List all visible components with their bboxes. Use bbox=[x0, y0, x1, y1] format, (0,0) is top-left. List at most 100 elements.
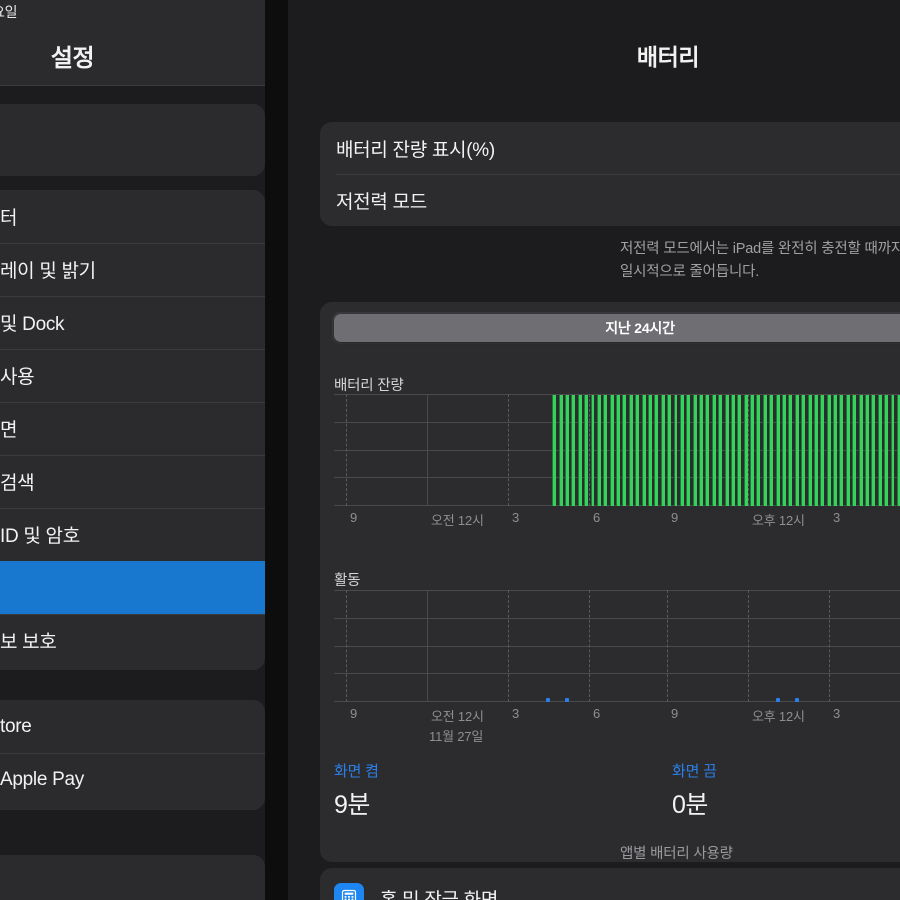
sidebar-title: 설정 bbox=[50, 45, 95, 72]
chart-bar bbox=[852, 395, 857, 506]
chart-bar bbox=[565, 698, 569, 702]
axis-tick-label: 9 bbox=[350, 706, 358, 721]
sidebar-item-accessibility[interactable]: 사용 bbox=[0, 349, 265, 402]
chart-bar bbox=[718, 395, 723, 506]
battery-level-chart-title: 배터리 잔량 bbox=[334, 378, 404, 394]
gridline-horizontal bbox=[334, 590, 900, 591]
battery-level-x-axis: 9오전 12시369오후 12시36 bbox=[334, 510, 900, 528]
sidebar-item-home-dock[interactable]: 및 Dock bbox=[0, 296, 265, 349]
activity-chart bbox=[334, 590, 900, 702]
chart-bar bbox=[877, 395, 882, 506]
battery-usage-by-app-header: 앱별 배터리 사용량 bbox=[620, 846, 733, 862]
chart-bar bbox=[871, 395, 876, 506]
chart-bar bbox=[775, 395, 780, 506]
chart-bar bbox=[737, 395, 742, 506]
chart-bar bbox=[865, 395, 869, 506]
chart-bar bbox=[616, 395, 621, 506]
sidebar-item-control-center[interactable]: 터 bbox=[0, 190, 265, 243]
sidebar-item-account[interactable] bbox=[0, 104, 265, 157]
chart-bar bbox=[788, 395, 793, 506]
chart-bar bbox=[571, 395, 576, 506]
sidebar-item-app-store[interactable]: tore bbox=[0, 700, 265, 753]
chart-bar bbox=[730, 395, 735, 506]
gridline-horizontal bbox=[334, 618, 900, 619]
sidebar-item-apps[interactable] bbox=[0, 855, 265, 900]
gridline-vertical bbox=[346, 590, 347, 702]
chart-bar bbox=[622, 395, 627, 506]
sidebar-group-account bbox=[0, 104, 265, 176]
axis-tick-label: 6 bbox=[593, 510, 601, 525]
axis-tick-label: 3 bbox=[833, 510, 841, 525]
sidebar-item-battery[interactable] bbox=[0, 561, 265, 614]
sidebar-item-touch-id-passcode[interactable]: ID 및 암호 bbox=[0, 508, 265, 561]
row-battery-percentage[interactable]: 배터리 잔량 표시(%) bbox=[320, 122, 900, 174]
chart-bar bbox=[711, 395, 716, 506]
sidebar-item-display-brightness[interactable]: 레이 및 밝기 bbox=[0, 243, 265, 296]
chart-bar bbox=[762, 395, 767, 506]
settings-sidebar: 요일 설정 터 레이 및 밝기 및 Dock 사용 면 검색 ID 및 암호 보… bbox=[0, 0, 265, 900]
list-item[interactable]: 홈 및 잠금 화면 bbox=[320, 868, 900, 900]
sidebar-item-wallpaper[interactable]: 면 bbox=[0, 402, 265, 455]
gridline-vertical bbox=[346, 394, 347, 506]
time-range-segmented-control[interactable]: 지난 24시간 bbox=[332, 312, 900, 344]
axis-tick-label: 9 bbox=[350, 510, 358, 525]
gridline-vertical bbox=[589, 590, 590, 702]
chart-bar bbox=[743, 395, 748, 506]
screen-on-label: 화면 켬 bbox=[334, 763, 379, 780]
battery-detail-pane: 배터리 배터리 잔량 표시(%) 저전력 모드 저전력 모드에서는 iPad를 … bbox=[288, 0, 900, 900]
chart-bar bbox=[552, 395, 557, 506]
chart-bar bbox=[699, 395, 703, 506]
screen-off-label: 화면 끔 bbox=[672, 763, 717, 780]
axis-tick-label: 3 bbox=[512, 510, 520, 525]
gridline-vertical bbox=[427, 394, 428, 506]
chart-bar bbox=[609, 395, 614, 506]
chart-bar bbox=[686, 395, 691, 506]
chart-bar bbox=[628, 395, 633, 506]
chart-bar bbox=[584, 395, 589, 506]
screen-on-stat: 화면 켬 9분 bbox=[334, 760, 379, 821]
gridline-vertical bbox=[748, 394, 749, 506]
chart-bar bbox=[641, 395, 646, 506]
chart-bar bbox=[558, 395, 563, 506]
axis-tick-label: 오후 12시 bbox=[752, 513, 805, 528]
gridline-horizontal bbox=[334, 646, 900, 647]
row-low-power-mode-label: 저전력 모드 bbox=[336, 191, 427, 213]
chart-bar bbox=[603, 395, 608, 506]
sidebar-item-privacy[interactable]: 보 보호 bbox=[0, 614, 265, 667]
chart-bar bbox=[839, 395, 844, 506]
chart-bar bbox=[769, 395, 774, 506]
gridline-vertical bbox=[667, 590, 668, 702]
chart-bar bbox=[826, 395, 831, 506]
axis-tick-label: 9 bbox=[671, 510, 679, 525]
activity-date-label: 11월 27일 bbox=[429, 729, 484, 744]
screen-off-value: 0분 bbox=[672, 791, 708, 819]
chart-bar bbox=[660, 395, 665, 506]
chart-bar bbox=[833, 395, 838, 506]
sidebar-group-store: tore Apple Pay bbox=[0, 700, 265, 810]
row-low-power-mode[interactable]: 저전력 모드 bbox=[320, 174, 900, 226]
chart-bar bbox=[782, 395, 786, 506]
row-battery-percentage-label: 배터리 잔량 표시(%) bbox=[336, 139, 495, 161]
chart-bar bbox=[820, 395, 825, 506]
axis-tick-label: 오후 12시 bbox=[752, 709, 805, 724]
chart-bar bbox=[667, 395, 672, 506]
chart-bar bbox=[596, 395, 601, 506]
gridline-vertical bbox=[829, 590, 830, 702]
axis-tick-label: 3 bbox=[833, 706, 841, 721]
chart-bar bbox=[692, 395, 697, 506]
battery-usage-graph-card: 지난 24시간 배터리 잔량 9 오전 12시 3 6 9 오후 12시 3 6 활동 9 오전… bbox=[320, 302, 900, 862]
gridline-horizontal bbox=[334, 701, 900, 702]
sidebar-group-system: 터 레이 및 밝기 및 Dock 사용 면 검색 ID 및 암호 보 보호 bbox=[0, 190, 265, 670]
gridline-vertical bbox=[427, 590, 428, 702]
chart-bar bbox=[858, 395, 863, 506]
chart-bar bbox=[813, 395, 818, 506]
chart-bar bbox=[673, 395, 678, 506]
battery-usage-by-app-card: 홈 및 잠금 화면 bbox=[320, 868, 900, 900]
sidebar-item-wallet-apple-pay[interactable]: Apple Pay bbox=[0, 753, 265, 806]
segment-last-24-hours[interactable]: 지난 24시간 bbox=[334, 314, 900, 342]
chart-bar bbox=[775, 698, 780, 702]
axis-tick-label: 3 bbox=[512, 706, 520, 721]
chart-bar bbox=[635, 395, 640, 506]
sidebar-item-siri-search[interactable]: 검색 bbox=[0, 455, 265, 508]
chart-bar bbox=[545, 698, 550, 702]
